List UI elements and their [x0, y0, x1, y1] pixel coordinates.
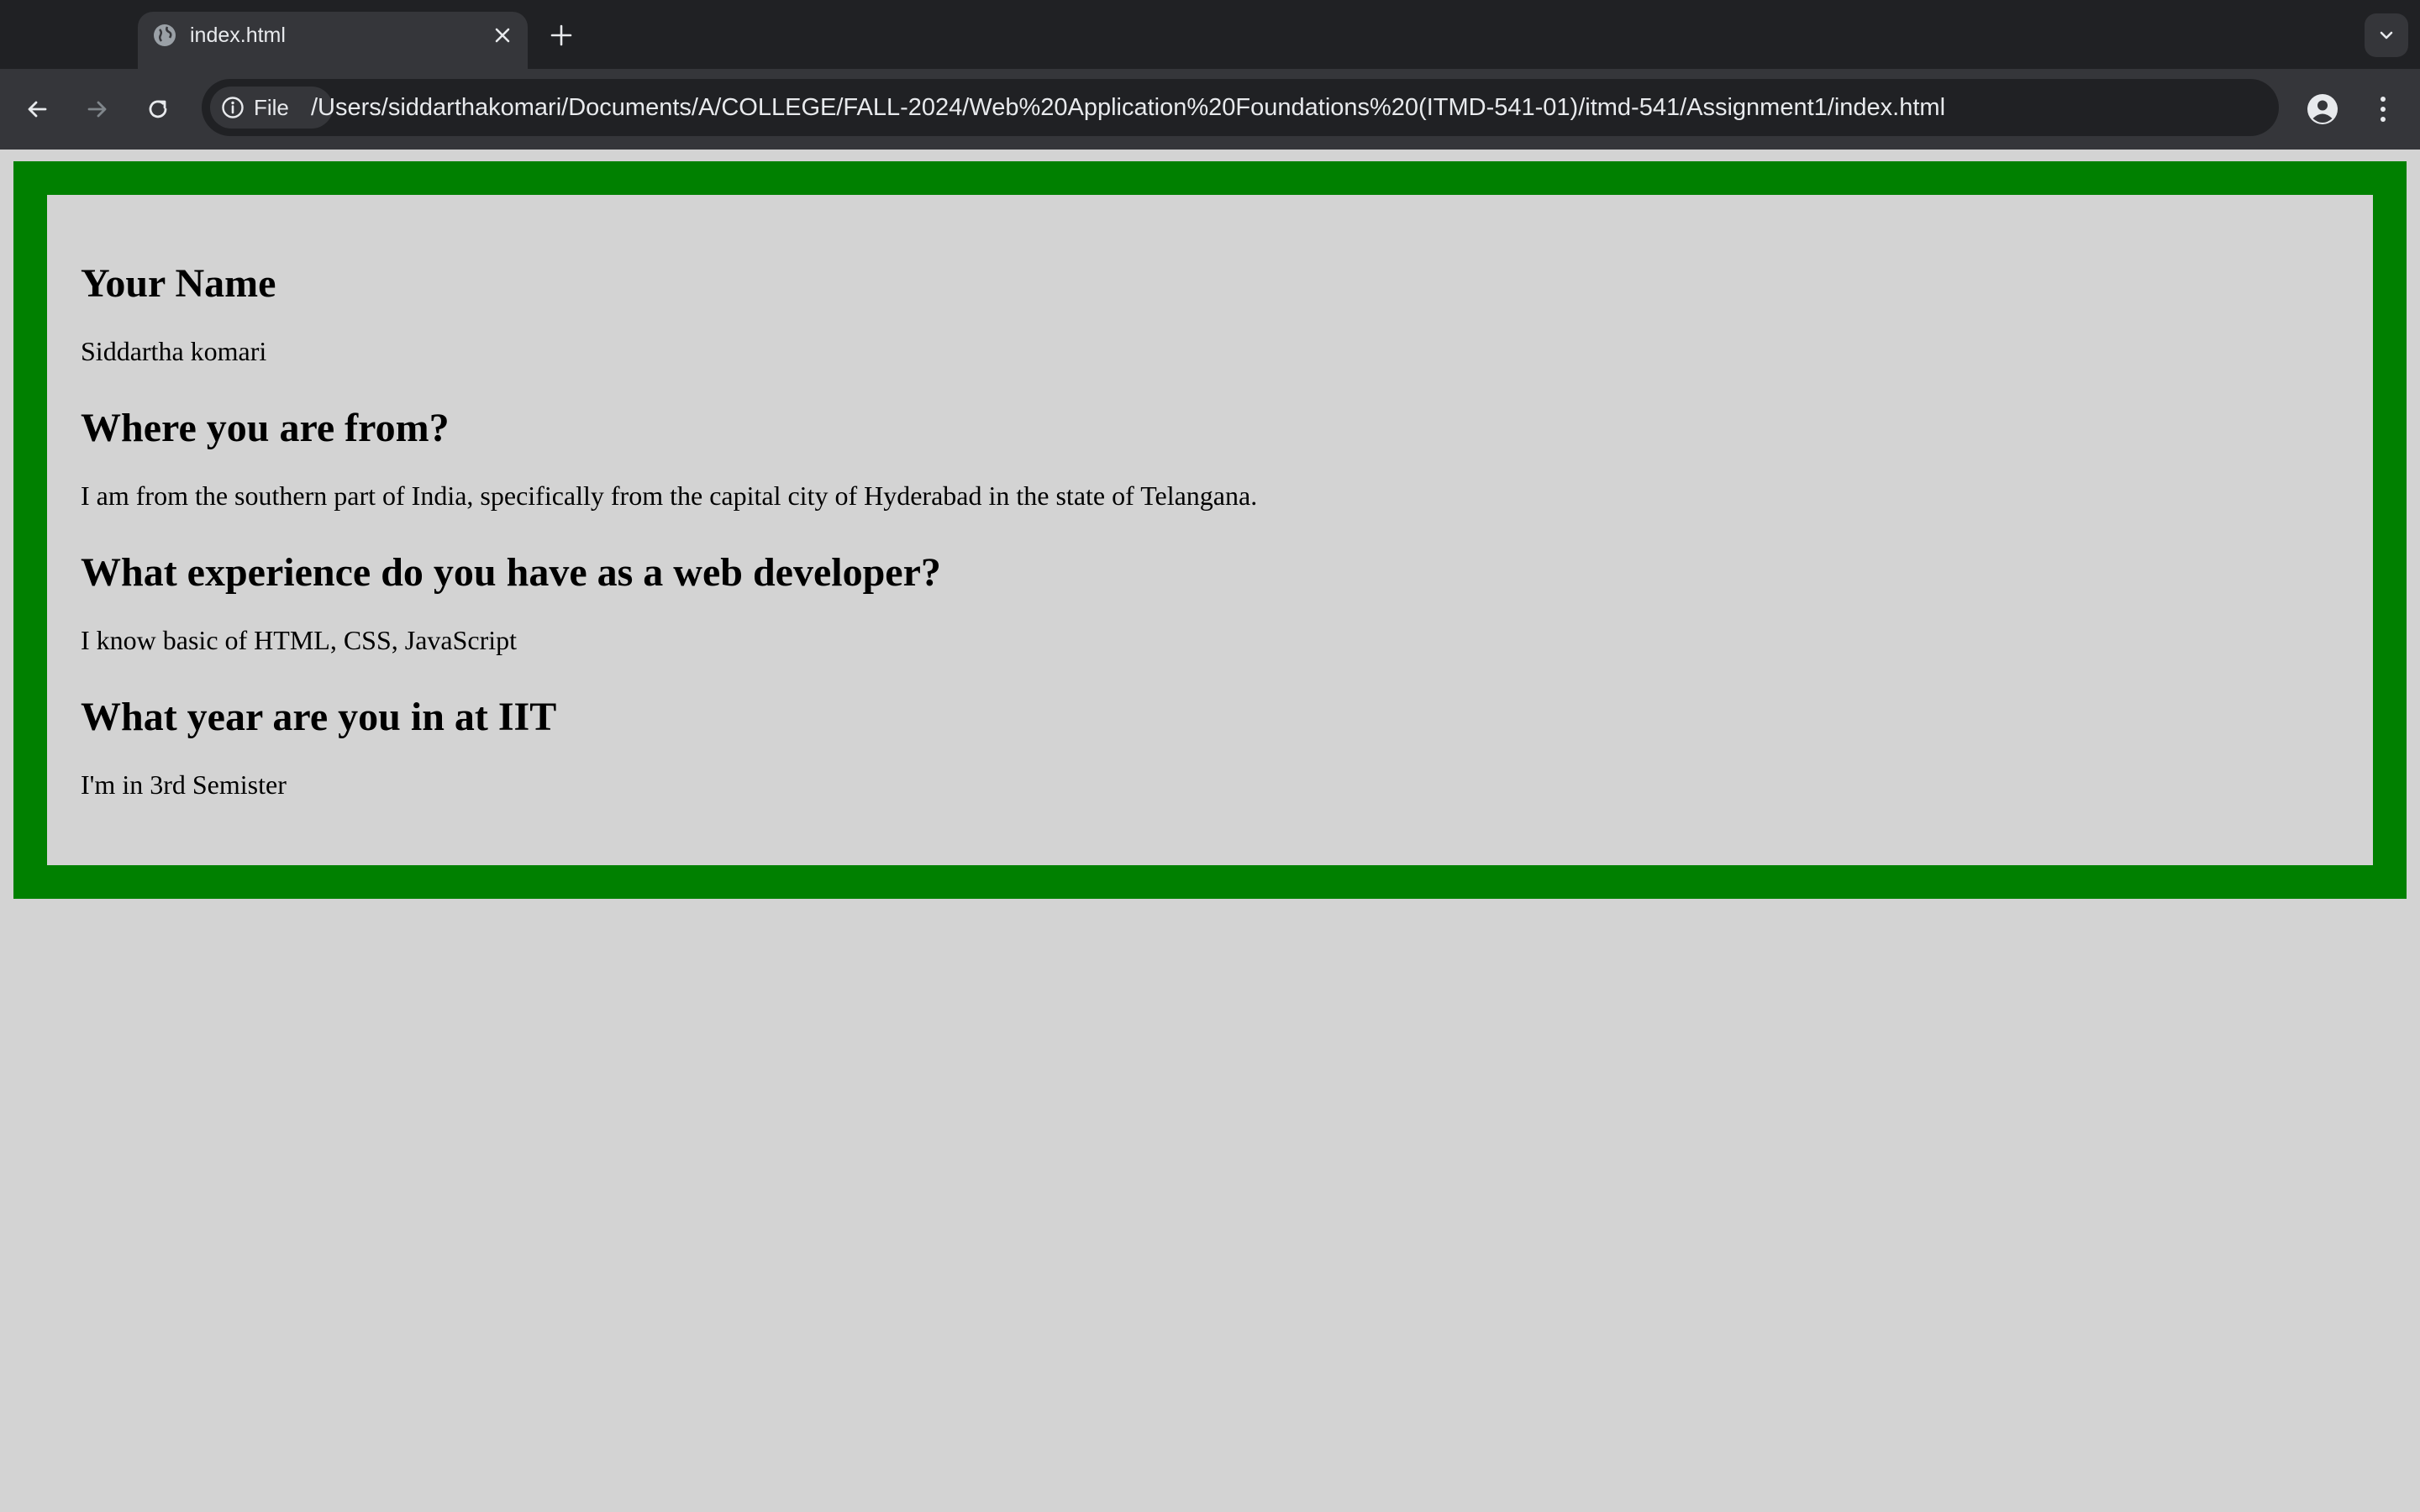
content-container: Your Name Siddartha komari Where you are… — [47, 195, 2373, 865]
profile-icon[interactable] — [2302, 89, 2343, 129]
star-icon[interactable] — [2417, 91, 2420, 124]
answer-experience: I know basic of HTML, CSS, JavaScript — [81, 625, 518, 655]
tab-title: index.html — [190, 24, 286, 47]
heading-year: What year are you in at IIT — [81, 695, 557, 739]
heading-experience: What experience do you have as a web dev… — [81, 550, 941, 595]
kebab-menu-icon[interactable] — [2363, 89, 2403, 129]
heading-where-from: Where you are from? — [81, 406, 450, 450]
arrow-left-icon[interactable] — [15, 87, 59, 131]
info-icon — [220, 95, 245, 120]
browser-tab[interactable]: index.html — [138, 12, 528, 69]
plus-icon[interactable] — [544, 18, 578, 52]
answer-year: I'm in 3rd Semister — [81, 769, 287, 800]
heading-your-name: Your Name — [81, 261, 276, 306]
answer-where-from: I am from the southern part of India, sp… — [81, 480, 1258, 511]
url-text[interactable]: /Users/siddarthakomari/Documents/A/COLLE… — [311, 91, 1945, 124]
green-border-container: Your Name Siddartha komari Where you are… — [13, 161, 2407, 899]
site-info-label: File — [254, 94, 289, 120]
page-viewport: Your Name Siddartha komari Where you are… — [0, 150, 2420, 1512]
arrow-right-icon[interactable] — [76, 87, 119, 131]
chevron-down-icon[interactable] — [2365, 13, 2408, 57]
tab-strip: index.html — [0, 0, 2420, 69]
answer-your-name: Siddartha komari — [81, 336, 267, 366]
address-bar[interactable]: File /Users/siddarthakomari/Documents/A/… — [202, 79, 2279, 136]
reload-icon[interactable] — [136, 87, 180, 131]
globe-icon — [151, 22, 178, 49]
close-icon[interactable] — [489, 22, 516, 49]
browser-toolbar: File /Users/siddarthakomari/Documents/A/… — [0, 69, 2420, 150]
